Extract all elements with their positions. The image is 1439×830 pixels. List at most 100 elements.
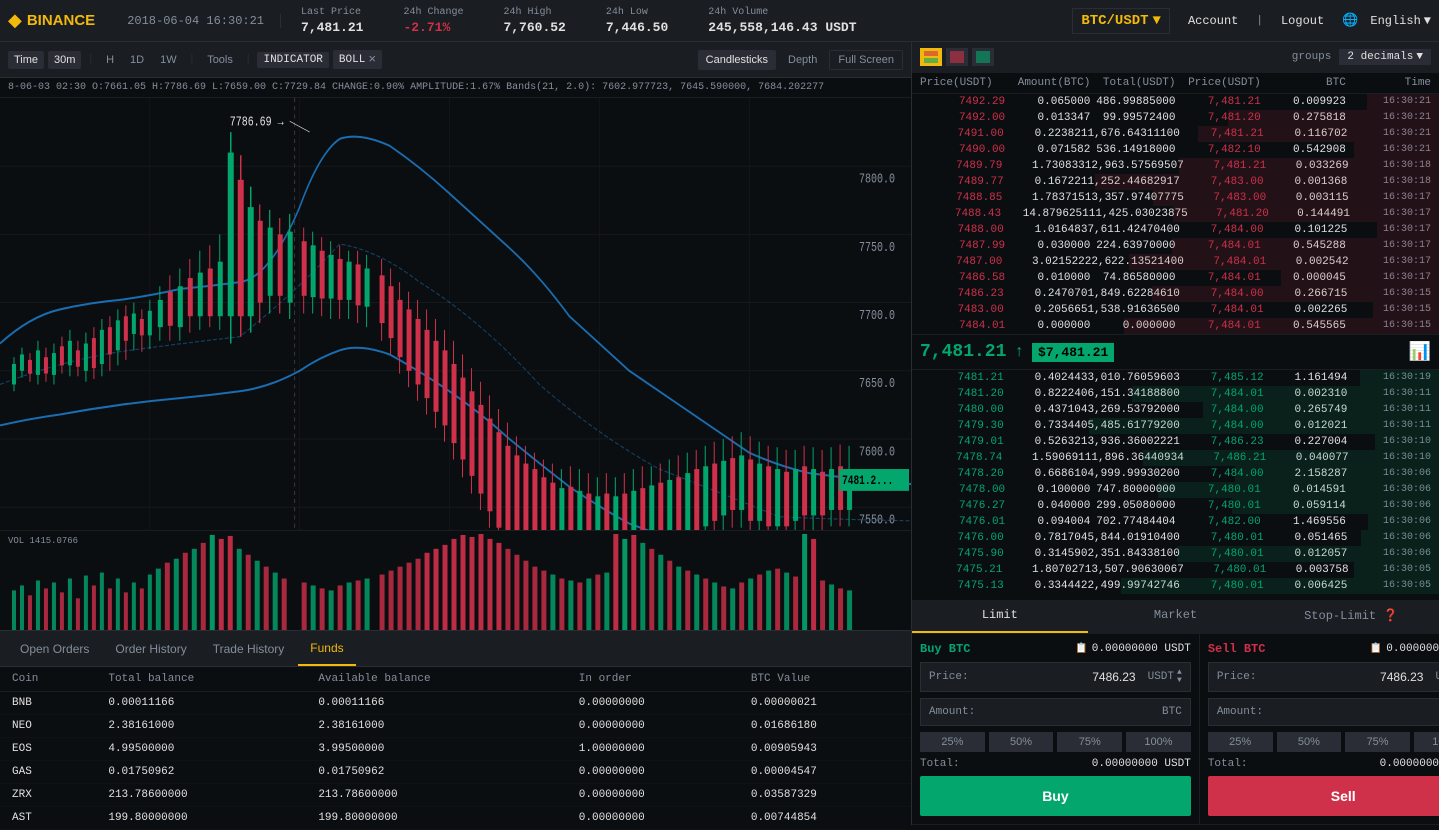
- sell-amount-input[interactable]: [1271, 699, 1439, 725]
- fund-btc-value: 0.03587329: [739, 784, 911, 807]
- buy-price-stepper[interactable]: ▲▼: [1177, 669, 1182, 685]
- sell-total-label: Total:: [1208, 758, 1263, 770]
- boll-close-icon[interactable]: ×: [368, 52, 376, 67]
- ask-row[interactable]: 7492.00 0.013347 99.99572400 7,481.20 0.…: [912, 110, 1439, 126]
- w1-btn[interactable]: 1W: [154, 51, 183, 69]
- tab-funds[interactable]: Funds: [298, 631, 355, 666]
- tab-market[interactable]: Market: [1088, 600, 1264, 633]
- bid-row[interactable]: 7479.01 0.526321 3,936.36002221 7,486.23…: [912, 434, 1439, 450]
- ask-row[interactable]: 7492.29 0.065000 486.99885000 7,481.21 0…: [912, 94, 1439, 110]
- svg-text:7481.2...: 7481.2...: [842, 475, 893, 489]
- tab-order-history[interactable]: Order History: [103, 631, 198, 666]
- tab-limit[interactable]: Limit: [912, 600, 1088, 633]
- boll-indicator[interactable]: BOLL ×: [333, 50, 382, 69]
- bid-row[interactable]: 7476.01 0.094004 702.77484404 7,482.00 1…: [912, 514, 1439, 530]
- buy-100pct[interactable]: 100%: [1126, 732, 1191, 752]
- bid-row[interactable]: 7476.27 0.040000 299.05080000 7,480.01 0…: [912, 498, 1439, 514]
- sell-button[interactable]: Sell: [1208, 776, 1439, 816]
- bid-row[interactable]: 7475.90 0.314590 2,351.84338100 7,480.01…: [912, 546, 1439, 562]
- bid-row[interactable]: 7479.30 0.733440 5,485.61779200 7,484.00…: [912, 418, 1439, 434]
- account-link[interactable]: Account: [1182, 10, 1244, 32]
- bid-row[interactable]: 7480.00 0.437104 3,269.53792000 7,484.00…: [912, 402, 1439, 418]
- sell-amount-row: Amount: BTC: [1208, 698, 1439, 726]
- spread-row: 7,481.21 ↑ $7,481.21 📊: [912, 334, 1439, 370]
- bid-row[interactable]: 7481.21 0.402443 3,010.76059603 7,485.12…: [912, 370, 1439, 386]
- sell-balance: 📋 0.00000000 BTC: [1370, 642, 1439, 656]
- d1-btn[interactable]: 1D: [124, 51, 150, 69]
- ask-row[interactable]: 7490.00 0.071582 536.14918000 7,482.10 0…: [912, 142, 1439, 158]
- right-panel: groups 2 decimals ▼ Price(USDT) Amount(B…: [912, 42, 1439, 825]
- sell-copy-icon[interactable]: 📋: [1370, 643, 1382, 655]
- language-selector[interactable]: English ▼: [1370, 14, 1431, 28]
- buy-amount-input[interactable]: [983, 699, 1154, 725]
- fullscreen-btn[interactable]: Full Screen: [829, 50, 903, 70]
- bid-row[interactable]: 7481.20 0.822240 6,151.34188800 7,484.01…: [912, 386, 1439, 402]
- buy-75pct[interactable]: 75%: [1057, 732, 1122, 752]
- ask-row[interactable]: 7487.00 3.021522 22,622.13521400 7,484.0…: [912, 254, 1439, 270]
- ask-row[interactable]: 7488.43 14.879625 111,425.03023875 7,481…: [912, 206, 1439, 222]
- ask-row[interactable]: 7489.79 1.730833 12,963.57569507 7,481.2…: [912, 158, 1439, 174]
- bottom-tabs: Open Orders Order History Trade History …: [0, 630, 911, 825]
- buy-50pct[interactable]: 50%: [989, 732, 1054, 752]
- ask-row[interactable]: 7483.00 0.205665 1,538.91636500 7,484.01…: [912, 302, 1439, 318]
- bid-row[interactable]: 7478.74 1.590691 11,896.36440934 7,486.2…: [912, 450, 1439, 466]
- depth-btn[interactable]: Depth: [780, 50, 825, 70]
- ob-decimals-selector[interactable]: 2 decimals ▼: [1339, 49, 1431, 65]
- bid-row[interactable]: 7476.00 0.781704 5,844.01910400 7,480.01…: [912, 530, 1439, 546]
- buy-25pct[interactable]: 25%: [920, 732, 985, 752]
- fund-available: 2.38161000: [306, 715, 566, 738]
- ask-row[interactable]: 7486.23 0.247070 1,849.62284610 7,484.00…: [912, 286, 1439, 302]
- bid-row[interactable]: 7478.00 0.100000 747.80000000 7,480.01 0…: [912, 482, 1439, 498]
- interval-30m-btn[interactable]: 30m: [48, 51, 81, 69]
- pair-selector[interactable]: BTC/USDT ▼: [1072, 8, 1170, 34]
- ob-view-both[interactable]: [920, 48, 942, 66]
- lang-dropdown-icon: ▼: [1424, 14, 1431, 28]
- bid-row[interactable]: 7475.13 0.334442 2,499.99742746 7,480.01…: [912, 578, 1439, 594]
- copy-icon[interactable]: 📋: [1075, 643, 1087, 655]
- svg-text:7700.0: 7700.0: [859, 308, 895, 324]
- ask-row[interactable]: 7484.01 0.000000 0.000000 7,484.01 0.545…: [912, 318, 1439, 334]
- ask-row[interactable]: 7486.58 0.010000 74.86580000 7,484.01 0.…: [912, 270, 1439, 286]
- ob-settings: groups 2 decimals ▼: [1292, 49, 1431, 65]
- sell-100pct[interactable]: 100%: [1414, 732, 1439, 752]
- h-btn[interactable]: H: [100, 51, 120, 69]
- sell-75pct[interactable]: 75%: [1345, 732, 1410, 752]
- bid-row[interactable]: 7478.20 0.668610 4,999.99930200 7,484.00…: [912, 466, 1439, 482]
- tab-trade-history[interactable]: Trade History: [201, 631, 297, 666]
- toolbar-sep3: |: [243, 54, 254, 66]
- ask-row[interactable]: 7488.85 1.783715 13,357.97407775 7,483.0…: [912, 190, 1439, 206]
- sell-total-val: 0.00000000 USDT: [1263, 758, 1439, 770]
- tab-open-orders[interactable]: Open Orders: [8, 631, 101, 666]
- sell-50pct[interactable]: 50%: [1277, 732, 1342, 752]
- ask-row[interactable]: 7488.00 1.016483 7,611.42470400 7,484.00…: [912, 222, 1439, 238]
- high24h-item: 24h High 7,760.52: [503, 7, 565, 35]
- funds-tab-content: Coin Total balance Available balance In …: [0, 667, 911, 830]
- ask-row[interactable]: 7491.00 0.223821 1,676.64311100 7,481.21…: [912, 126, 1439, 142]
- spread-chart-icon: 📊: [1409, 341, 1431, 363]
- bid-row[interactable]: 7475.21 1.807027 13,507.90630067 7,480.0…: [912, 562, 1439, 578]
- svg-text:7786.69 →: 7786.69 →: [230, 114, 285, 130]
- time-btn[interactable]: Time: [8, 51, 44, 69]
- tab-stop-limit[interactable]: Stop-Limit ❓: [1263, 600, 1439, 633]
- fund-coin: BNB: [0, 692, 96, 715]
- col-available-balance: Available balance: [306, 667, 566, 692]
- indicator-btn[interactable]: INDICATOR: [257, 52, 328, 68]
- ask-row[interactable]: 7487.99 0.030000 224.63970000 7,484.01 0…: [912, 238, 1439, 254]
- ob-view-buys[interactable]: [972, 48, 994, 66]
- logout-link[interactable]: Logout: [1275, 10, 1330, 32]
- fund-coin: AST: [0, 807, 96, 830]
- ask-row[interactable]: 7489.77 0.167221 1,252.44682917 7,483.00…: [912, 174, 1439, 190]
- tools-btn[interactable]: Tools: [201, 51, 239, 69]
- ob-view-sells[interactable]: [946, 48, 968, 66]
- high24h-value: 7,760.52: [503, 20, 565, 35]
- col-total-usdt: Total(USDT): [1090, 77, 1175, 89]
- sell-25pct[interactable]: 25%: [1208, 732, 1273, 752]
- buy-price-input[interactable]: [977, 664, 1140, 690]
- sell-price-input[interactable]: [1264, 664, 1427, 690]
- chart-info-text: 8-06-03 02:30 O:7661.05 H:7786.69 L:7659…: [8, 82, 824, 93]
- bids-container: 7481.21 0.402443 3,010.76059603 7,485.12…: [912, 370, 1439, 594]
- chart-canvas[interactable]: 7800.0 7750.0 7700.0 7650.0 7600.0 7550.…: [0, 98, 911, 630]
- buy-button[interactable]: Buy: [920, 776, 1191, 816]
- candlesticks-btn[interactable]: Candlesticks: [698, 50, 776, 70]
- spread-price: 7,481.21: [920, 342, 1006, 362]
